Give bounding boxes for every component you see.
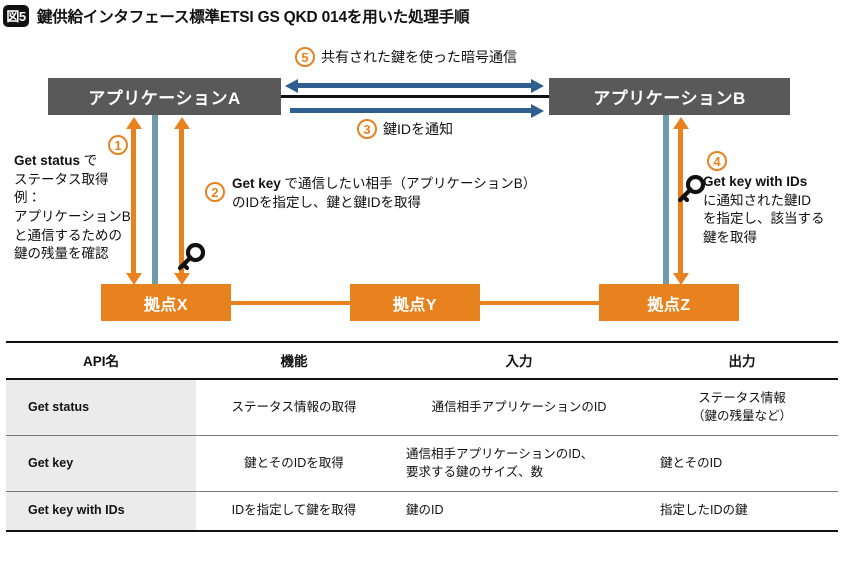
app-connection-line: [281, 95, 549, 98]
key-icon: [175, 242, 206, 278]
cell-function: IDを指定して鍵を取得: [196, 491, 392, 532]
step-1-line-1: で: [80, 153, 98, 168]
node-link-y-z: [480, 301, 599, 305]
column-header-input: 入力: [392, 341, 646, 380]
column-header-output: 出力: [646, 341, 838, 380]
column-header-api-name: API名: [6, 341, 196, 380]
cell-function: ステータス情報の取得: [196, 379, 392, 436]
step-marker-5: 5: [295, 47, 315, 67]
step-1-line-4: アプリケーションB: [14, 208, 131, 224]
arrow-head-right-icon: [531, 78, 544, 93]
step-2-line-2: のIDを指定し、鍵と鍵IDを取得: [232, 194, 421, 210]
cell-output-line-1: ステータス情報: [698, 391, 786, 405]
cell-output: 鍵とそのID: [646, 435, 838, 492]
cell-output-line-2: （鍵の残量など）: [691, 408, 792, 423]
get-key-api-name: Get key: [232, 176, 281, 191]
step-1-line-2: ステータス取得: [14, 171, 109, 187]
arrow-head-left-icon: [285, 78, 298, 93]
step-2-line-1: で通信したい相手（アプリケーションB）: [280, 176, 537, 191]
column-header-function: 機能: [196, 341, 392, 380]
application-b-box: アプリケーションB: [549, 78, 790, 115]
encrypted-communication-arrow: [297, 83, 532, 88]
node-x-box: 拠点X: [101, 284, 231, 321]
cell-input-line-1: 通信相手アプリケーションのID、: [406, 447, 594, 461]
step-4-line-2: を指定し、該当する: [703, 211, 825, 227]
step-5-label: 共有された鍵を使った暗号通信: [321, 49, 517, 65]
cell-output: 指定したIDの鍵: [646, 491, 838, 532]
arrow-head-up-icon: [672, 117, 689, 129]
step-2-description: Get key で通信したい相手（アプリケーションB） のIDを指定し、鍵と鍵I…: [232, 175, 562, 212]
step-4-line-1: に通知された鍵ID: [703, 192, 811, 208]
cell-input: 通信相手アプリケーションのID、 要求する鍵のサイズ、数: [392, 435, 646, 492]
page-title: 鍵供給インタフェース標準ETSI GS QKD 014を用いた処理手順: [37, 9, 470, 26]
key-id-notify-arrow: [290, 108, 532, 113]
arrow-head-up-icon: [173, 117, 190, 129]
cell-function: 鍵とそのIDを取得: [196, 435, 392, 492]
table-header-row: API名 機能 入力 出力: [6, 341, 838, 380]
qkd-link-line-right: [663, 115, 669, 285]
cell-api-name: Get key: [6, 435, 196, 492]
qkd-link-line-left: [152, 115, 158, 285]
step-marker-4: 4: [707, 151, 727, 171]
get-status-api-name: Get status: [14, 153, 81, 168]
node-link-x-y: [231, 301, 350, 305]
table-row: Get key 鍵とそのIDを取得 通信相手アプリケーションのID、 要求する鍵…: [6, 435, 838, 492]
figure-title-bar: 図5 鍵供給インタフェース標準ETSI GS QKD 014を用いた処理手順: [0, 0, 844, 32]
cell-input: 通信相手アプリケーションのID: [392, 379, 646, 436]
node-z-box: 拠点Z: [599, 284, 739, 321]
application-a-box: アプリケーションA: [48, 78, 281, 115]
table-header: API名 機能 入力 出力: [6, 341, 838, 380]
step-marker-3: 3: [357, 119, 377, 139]
arrow-head-right-icon: [531, 103, 544, 118]
step-3-label: 鍵IDを通知: [383, 121, 453, 137]
get-key-with-ids-api-name: Get key with IDs: [703, 174, 808, 189]
step-1-description: Get status で ステータス取得 例： アプリケーションB と通信するた…: [14, 152, 139, 264]
arrow-head-up-icon: [125, 117, 142, 129]
step-4-line-3: 鍵を取得: [703, 229, 757, 245]
figure-number-badge: 図5: [3, 5, 29, 27]
node-y-box: 拠点Y: [350, 284, 480, 321]
table-row: Get key with IDs IDを指定して鍵を取得 鍵のID 指定したID…: [6, 491, 838, 532]
table-body: Get status ステータス情報の取得 通信相手アプリケーションのID ステ…: [6, 379, 838, 532]
step-1-line-5: と通信するための: [14, 227, 122, 243]
step-1-line-3: 例：: [14, 190, 41, 206]
cell-api-name: Get status: [6, 379, 196, 436]
step-marker-2: 2: [205, 182, 225, 202]
step-4-description: Get key with IDs に通知された鍵ID を指定し、該当する 鍵を取…: [703, 173, 843, 248]
cell-input: 鍵のID: [392, 491, 646, 532]
key-icon: [675, 174, 706, 210]
cell-output: ステータス情報 （鍵の残量など）: [646, 379, 838, 436]
table-row: Get status ステータス情報の取得 通信相手アプリケーションのID ステ…: [6, 379, 838, 436]
api-specification-table: API名 機能 入力 出力 Get status ステータス情報の取得 通信相手…: [6, 341, 838, 532]
cell-input-line-2: 要求する鍵のサイズ、数: [406, 464, 544, 479]
step-1-line-6: 鍵の残量を確認: [14, 246, 109, 262]
sequence-diagram: アプリケーションA アプリケーションB 拠点X 拠点Y 拠点Z 1 2 3 4 …: [0, 32, 844, 335]
cell-api-name: Get key with IDs: [6, 491, 196, 532]
